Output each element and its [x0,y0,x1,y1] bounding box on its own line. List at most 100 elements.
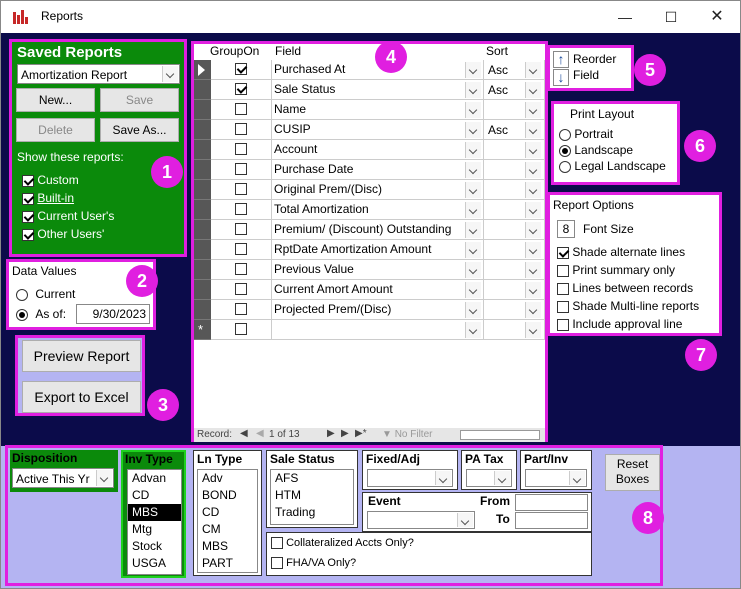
report-option-checkbox[interactable] [557,318,569,331]
save-report-button[interactable]: Save [100,88,179,112]
chevron-down-icon[interactable] [465,282,481,298]
groupon-checkbox[interactable] [235,163,247,175]
prev-record-icon[interactable]: ◀ [256,428,264,439]
chevron-down-icon[interactable] [494,471,510,485]
row-selector[interactable] [194,240,211,260]
list-item[interactable]: CM [198,521,257,538]
chevron-down-icon[interactable] [525,162,541,178]
sort-cell[interactable] [484,240,545,260]
sort-cell[interactable] [484,280,545,300]
sort-cell[interactable] [484,320,545,340]
row-selector[interactable] [194,160,211,180]
chevron-down-icon[interactable] [525,302,541,318]
chevron-down-icon[interactable] [465,142,481,158]
row-selector[interactable] [194,100,211,120]
row-selector[interactable] [194,280,211,300]
report-filter-checkbox[interactable] [22,174,34,187]
chevron-down-icon[interactable] [465,202,481,218]
fha-checkbox[interactable] [271,557,283,570]
delete-report-button[interactable]: Delete [16,118,95,142]
grid-row[interactable]: RptDate Amortization Amount [194,240,545,260]
sale-status-list[interactable]: AFS HTM Trading [270,469,354,525]
saved-report-select[interactable]: Amortization Report [17,64,180,84]
chevron-down-icon[interactable] [465,62,481,78]
grid-row[interactable]: Name [194,100,545,120]
report-filter-checkbox[interactable] [22,228,34,241]
list-item[interactable]: Trading [271,504,353,521]
print-layout-option[interactable]: Landscape [559,143,666,159]
no-filter-button[interactable]: ▼ No Filter [382,429,432,440]
sort-cell[interactable]: Asc [484,60,545,80]
report-filter-0[interactable]: Custom [22,173,114,191]
list-item[interactable]: CD [128,487,181,504]
grid-row[interactable]: Purchased At Asc [194,60,545,80]
sort-cell[interactable] [484,140,545,160]
current-radio[interactable] [16,288,28,301]
sort-cell[interactable] [484,220,545,240]
sort-cell[interactable]: Asc [484,80,545,100]
move-down-icon[interactable]: ↓ [553,69,569,86]
export-excel-button[interactable]: Export to Excel [22,381,141,413]
chevron-down-icon[interactable] [525,182,541,198]
row-selector[interactable] [194,300,211,320]
list-item[interactable]: HTM [271,487,353,504]
report-option-checkbox[interactable] [557,282,569,295]
collateralized-checkbox[interactable] [271,537,283,550]
chevron-down-icon[interactable] [465,302,481,318]
groupon-checkbox[interactable] [235,263,247,275]
row-selector[interactable] [194,260,211,280]
grid-row[interactable]: Current Amort Amount [194,280,545,300]
grid-row[interactable]: Premium/ (Discount) Outstanding [194,220,545,240]
groupon-checkbox[interactable] [235,83,247,95]
new-record-icon[interactable]: ▶* [355,428,367,439]
chevron-down-icon[interactable] [465,222,481,238]
ln-type-list[interactable]: Adv BOND CD CM MBS PART [197,469,258,573]
print-layout-radio[interactable] [559,128,571,141]
minimize-button[interactable]: — [602,1,648,33]
close-button[interactable]: ✕ [694,1,740,33]
report-option-checkbox[interactable] [557,246,569,259]
as-of-date-field[interactable]: 9/30/2023 [76,304,150,324]
chevron-down-icon[interactable] [465,242,481,258]
report-option-checkbox[interactable] [557,264,569,277]
chevron-down-icon[interactable] [525,82,541,98]
row-selector[interactable] [194,80,211,100]
grid-row[interactable]: Projected Prem/(Disc) [194,300,545,320]
current-radio-row[interactable]: Current [16,287,75,301]
list-item[interactable]: AFS [271,470,353,487]
grid-row[interactable]: Sale Status Asc [194,80,545,100]
grid-row[interactable]: Account [194,140,545,160]
report-option[interactable]: Include approval line [557,317,699,335]
chevron-down-icon[interactable] [525,122,541,138]
list-item[interactable]: USGA [128,555,181,572]
move-up-icon[interactable]: ↑ [553,51,569,68]
report-option[interactable]: Shade alternate lines [557,245,699,263]
chevron-down-icon[interactable] [525,202,541,218]
list-item[interactable]: MBS [198,538,257,555]
row-selector[interactable] [194,60,211,80]
groupon-checkbox[interactable] [235,303,247,315]
list-item[interactable]: MBS [128,504,181,521]
report-filter-checkbox[interactable] [22,210,34,223]
groupon-checkbox[interactable] [235,183,247,195]
chevron-down-icon[interactable] [525,262,541,278]
groupon-checkbox[interactable] [235,243,247,255]
save-as-report-button[interactable]: Save As... [100,118,179,142]
sort-cell[interactable] [484,180,545,200]
fixed-adj-select[interactable] [367,469,453,487]
row-selector[interactable] [194,180,211,200]
preview-report-button[interactable]: Preview Report [22,340,141,372]
chevron-down-icon[interactable] [525,242,541,258]
chevron-down-icon[interactable] [525,282,541,298]
chevron-down-icon[interactable] [465,82,481,98]
sort-cell[interactable] [484,300,545,320]
list-item[interactable]: PART [198,555,257,572]
first-record-icon[interactable]: ◀ [240,428,248,439]
grid-row[interactable]: Original Prem/(Disc) [194,180,545,200]
chevron-down-icon[interactable] [465,162,481,178]
chevron-down-icon[interactable] [465,322,481,338]
groupon-checkbox[interactable] [235,63,247,75]
groupon-checkbox[interactable] [235,103,247,115]
groupon-checkbox[interactable] [235,323,247,335]
row-selector[interactable]: * [194,320,211,340]
